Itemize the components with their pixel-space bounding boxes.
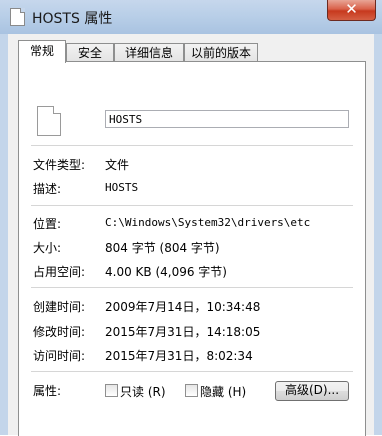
separator bbox=[31, 371, 353, 372]
accessed-value: 2015年7月31日，8:02:34 bbox=[105, 349, 253, 363]
tab-general[interactable]: 常规 bbox=[18, 40, 66, 63]
separator bbox=[31, 145, 353, 146]
modified-label: 修改时间: bbox=[33, 325, 86, 339]
size-value: 804 字节 (804 字节) bbox=[105, 241, 220, 255]
window-title: HOSTS 属性 bbox=[32, 11, 113, 27]
hidden-checkbox[interactable] bbox=[185, 384, 198, 397]
size-label: 大小: bbox=[33, 241, 62, 255]
hidden-label[interactable]: 隐藏 (H) bbox=[200, 383, 246, 400]
file-type-value: 文件 bbox=[105, 158, 130, 172]
title-bar[interactable]: HOSTS 属性 ✕ bbox=[0, 0, 382, 35]
location-value: C:\Windows\System32\drivers\etc bbox=[105, 216, 311, 229]
created-label: 创建时间: bbox=[33, 300, 86, 314]
size-on-disk-label: 占用空间: bbox=[33, 265, 86, 279]
document-icon bbox=[37, 106, 61, 136]
readonly-checkbox[interactable] bbox=[105, 384, 118, 397]
description-value: HOSTS bbox=[105, 181, 139, 194]
tab-security[interactable]: 安全 bbox=[66, 43, 114, 62]
separator bbox=[31, 205, 353, 206]
separator bbox=[31, 287, 353, 288]
readonly-label[interactable]: 只读 (R) bbox=[120, 383, 166, 400]
advanced-button[interactable]: 高级(D)... bbox=[275, 381, 349, 401]
close-button[interactable]: ✕ bbox=[327, 0, 376, 21]
tab-details[interactable]: 详细信息 bbox=[114, 43, 184, 62]
size-on-disk-value: 4.00 KB (4,096 字节) bbox=[105, 265, 227, 279]
modified-value: 2015年7月31日，14:18:05 bbox=[105, 325, 261, 339]
created-value: 2009年7月14日，10:34:48 bbox=[105, 300, 261, 314]
window-frame: 常规 安全 详细信息 以前的版本 HOSTS 文件类型: 文件 描述: HOST… bbox=[0, 34, 382, 436]
file-name-field[interactable]: HOSTS bbox=[105, 110, 349, 128]
accessed-label: 访问时间: bbox=[33, 349, 86, 363]
properties-dialog: 常规 安全 详细信息 以前的版本 HOSTS 文件类型: 文件 描述: HOST… bbox=[8, 34, 374, 436]
description-label: 描述: bbox=[33, 182, 62, 196]
document-icon bbox=[10, 8, 25, 26]
general-panel: HOSTS 文件类型: 文件 描述: HOSTS 位置: C:\Windows\… bbox=[18, 61, 366, 436]
location-label: 位置: bbox=[33, 217, 62, 231]
attributes-label: 属性: bbox=[33, 384, 62, 398]
file-type-label: 文件类型: bbox=[33, 158, 86, 172]
tab-previous-versions[interactable]: 以前的版本 bbox=[184, 43, 258, 62]
